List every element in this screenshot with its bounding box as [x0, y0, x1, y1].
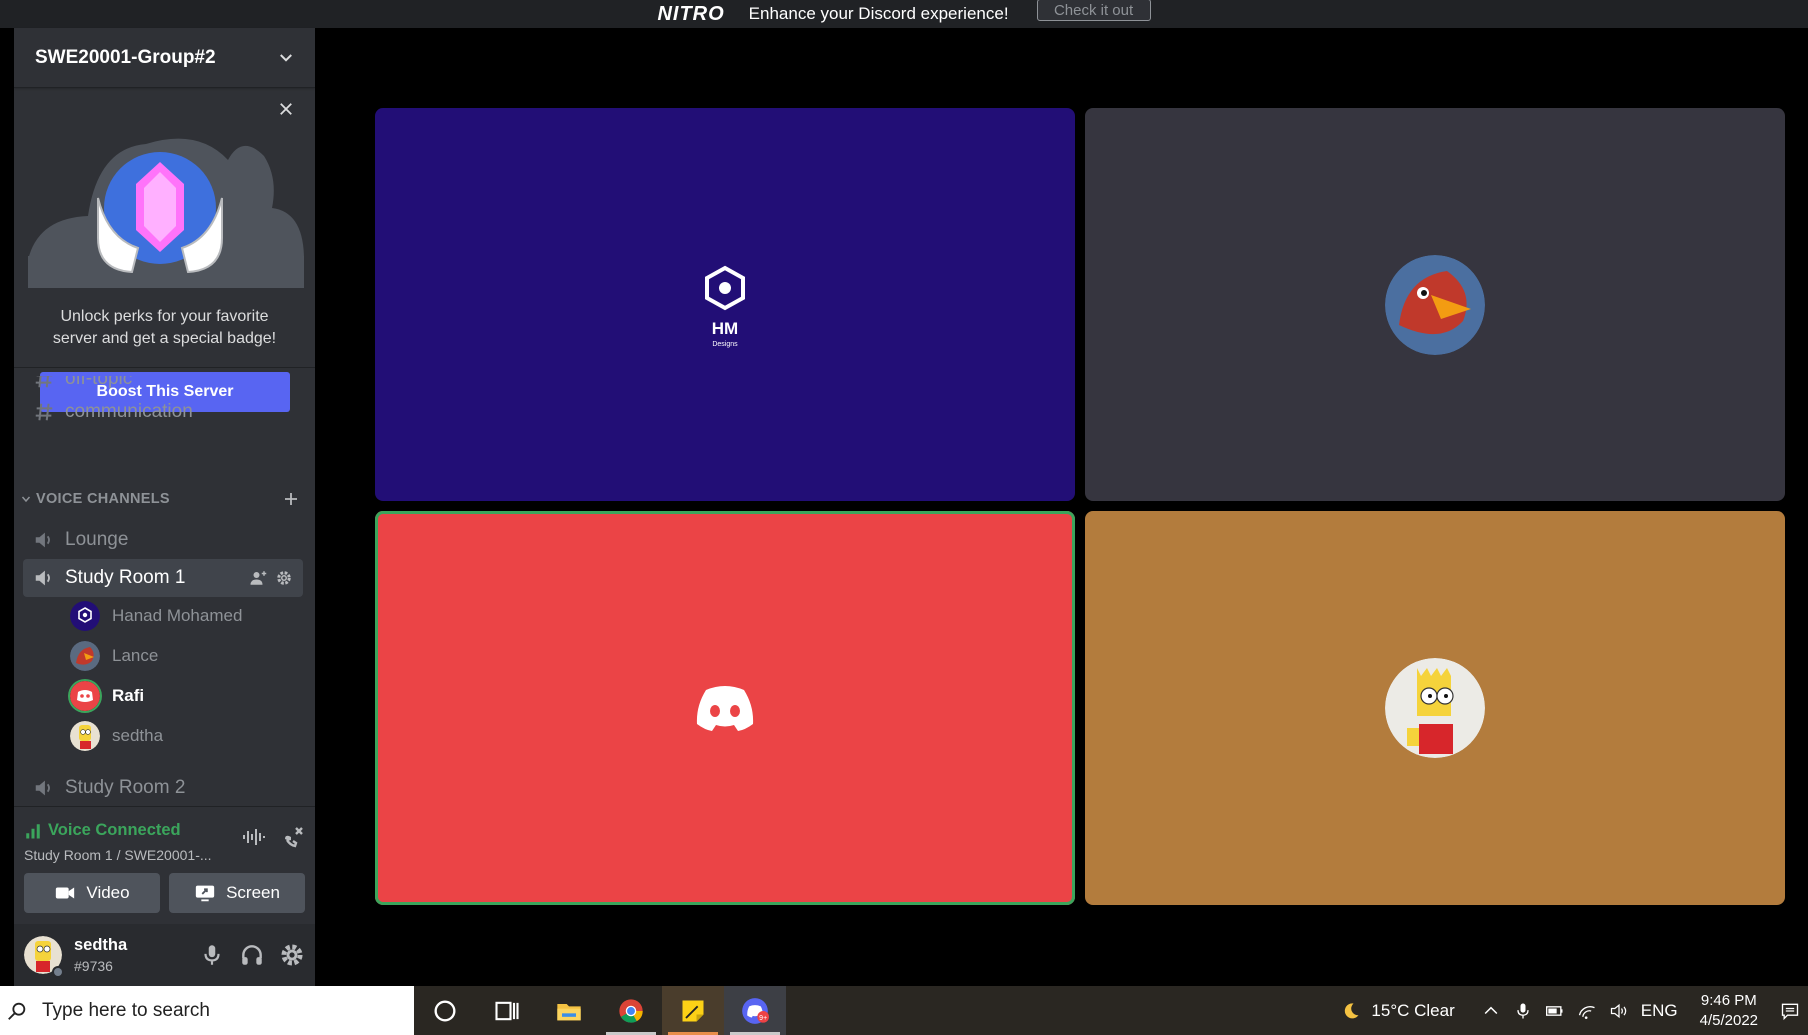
check-it-out-button[interactable]: Check it out: [1036, 0, 1151, 21]
cortana-button[interactable]: [414, 986, 476, 1035]
disconnect-icon[interactable]: [281, 825, 305, 849]
video-tile-sedtha[interactable]: [1085, 511, 1785, 905]
video-tile-lance[interactable]: [1085, 108, 1785, 501]
volume-icon[interactable]: [1609, 1001, 1629, 1021]
chevron-down-icon: [280, 53, 292, 62]
headphones-icon[interactable]: [239, 942, 265, 968]
hashtag-icon: [35, 376, 53, 388]
voice-channel-lounge[interactable]: Lounge: [23, 521, 303, 559]
server-name: SWE20001-Group#2: [35, 46, 216, 68]
server-header[interactable]: SWE20001-Group#2: [14, 28, 315, 88]
invite-member-icon[interactable]: [249, 569, 267, 587]
chrome-button[interactable]: [600, 986, 662, 1035]
hm-designs-logo: HM Designs: [705, 265, 745, 348]
avatar: [1385, 658, 1485, 758]
clock-time: 9:46 PM: [1700, 991, 1757, 1009]
svg-text:Designs: Designs: [712, 341, 738, 348]
voice-channel-study-room-1[interactable]: Study Room 1: [23, 559, 303, 597]
discord-taskbar-button[interactable]: 9+: [724, 986, 786, 1035]
boost-gem-illustration: [28, 138, 304, 288]
voice-channel-study-room-2[interactable]: Study Room 2: [23, 769, 303, 806]
voice-member-sedtha[interactable]: sedtha: [70, 719, 163, 753]
add-channel-icon[interactable]: [282, 490, 300, 508]
avatar: [70, 721, 100, 751]
weather-widget[interactable]: 15°C Clear: [1341, 1000, 1455, 1021]
voice-location[interactable]: Study Room 1 / SWE20001-...: [24, 847, 224, 863]
camera-icon: [56, 887, 75, 899]
avatar: [70, 641, 100, 671]
video-tile-hanad[interactable]: HM Designs: [375, 108, 1075, 501]
speaker-icon: [35, 532, 50, 548]
svg-text:HM: HM: [712, 319, 738, 338]
speaker-icon: [35, 570, 50, 586]
moon-icon: [1345, 1002, 1359, 1018]
discord-icon: 9+: [742, 997, 769, 1024]
voice-member-hanad[interactable]: Hanad Mohamed: [70, 599, 242, 633]
voice-connection-panel: Voice Connected Study Room 1 / SWE20001-…: [14, 806, 315, 924]
windows-taskbar: Type here to search 9+ 15°C Clear ENG 9:…: [0, 986, 1808, 1035]
caret-down-icon: [21, 496, 31, 503]
discord-logo-icon: [696, 686, 754, 731]
system-tray: 15°C Clear ENG 9:46 PM 4/5/2022: [1341, 986, 1808, 1035]
chevron-up-icon[interactable]: [1481, 1001, 1501, 1021]
channel-list: off-topic communication VOICE CHANNELS L…: [14, 376, 315, 806]
voice-channels-category[interactable]: VOICE CHANNELS: [20, 487, 310, 511]
avatar: [70, 681, 100, 711]
search-placeholder: Type here to search: [42, 999, 210, 1021]
file-explorer-button[interactable]: [538, 986, 600, 1035]
banner-message: Enhance your Discord experience!: [748, 4, 1009, 23]
signal-strength-icon[interactable]: [24, 822, 42, 840]
voice-connected-label[interactable]: Voice Connected: [48, 821, 181, 840]
folder-icon: [557, 1003, 581, 1020]
battery-icon[interactable]: [1545, 1001, 1565, 1021]
close-icon[interactable]: [277, 100, 295, 118]
voice-member-lance[interactable]: Lance: [70, 639, 158, 673]
notifications-icon[interactable]: [1780, 1001, 1800, 1021]
video-button[interactable]: Video: [24, 873, 160, 913]
sticky-notes-icon: [682, 1000, 704, 1021]
gear-icon[interactable]: [279, 942, 305, 968]
nitro-logo: NITRO: [657, 2, 725, 25]
clock-date: 4/5/2022: [1699, 1011, 1758, 1029]
voice-member-rafi[interactable]: Rafi: [70, 679, 144, 713]
nitro-banner: NITRO Enhance your Discord experience! C…: [0, 0, 1808, 28]
task-view-icon: [495, 1001, 519, 1020]
gear-icon[interactable]: [275, 569, 293, 587]
search-icon: [8, 1002, 26, 1020]
channel-sidebar: SWE20001-Group#2 Unlock perks for your f…: [14, 28, 315, 986]
weather-text: 15°C Clear: [1371, 1000, 1455, 1020]
user-panel: sedtha #9736: [14, 924, 315, 986]
clock[interactable]: 9:46 PM 4/5/2022: [1700, 991, 1758, 1031]
chrome-icon: [619, 998, 643, 1023]
video-tile-rafi[interactable]: [375, 511, 1075, 905]
screen-share-button[interactable]: Screen: [169, 873, 305, 913]
microphone-tray-icon[interactable]: [1513, 1001, 1533, 1021]
language-indicator[interactable]: ENG: [1641, 1001, 1678, 1021]
search-box[interactable]: Type here to search: [0, 986, 414, 1035]
speaker-icon: [35, 780, 50, 796]
noise-suppression-icon[interactable]: [241, 825, 265, 849]
boost-promo: Unlock perks for your favorite server an…: [14, 88, 315, 412]
hashtag-icon: [35, 403, 53, 421]
avatar: [70, 601, 100, 631]
username[interactable]: sedtha: [74, 936, 127, 955]
avatar: [1385, 254, 1485, 355]
screen-share-icon: [195, 885, 215, 902]
svg-text:9+: 9+: [759, 1014, 767, 1021]
cortana-icon: [434, 1000, 456, 1021]
user-tag[interactable]: #9736: [74, 958, 113, 974]
microphone-icon[interactable]: [199, 942, 225, 968]
boost-description: Unlock perks for your favorite server an…: [52, 308, 277, 347]
task-view-button[interactable]: [476, 986, 538, 1035]
sticky-notes-button[interactable]: [662, 986, 724, 1035]
wifi-icon[interactable]: [1577, 1001, 1597, 1021]
channel-communication[interactable]: communication: [23, 393, 303, 431]
status-indicator: [52, 966, 64, 978]
